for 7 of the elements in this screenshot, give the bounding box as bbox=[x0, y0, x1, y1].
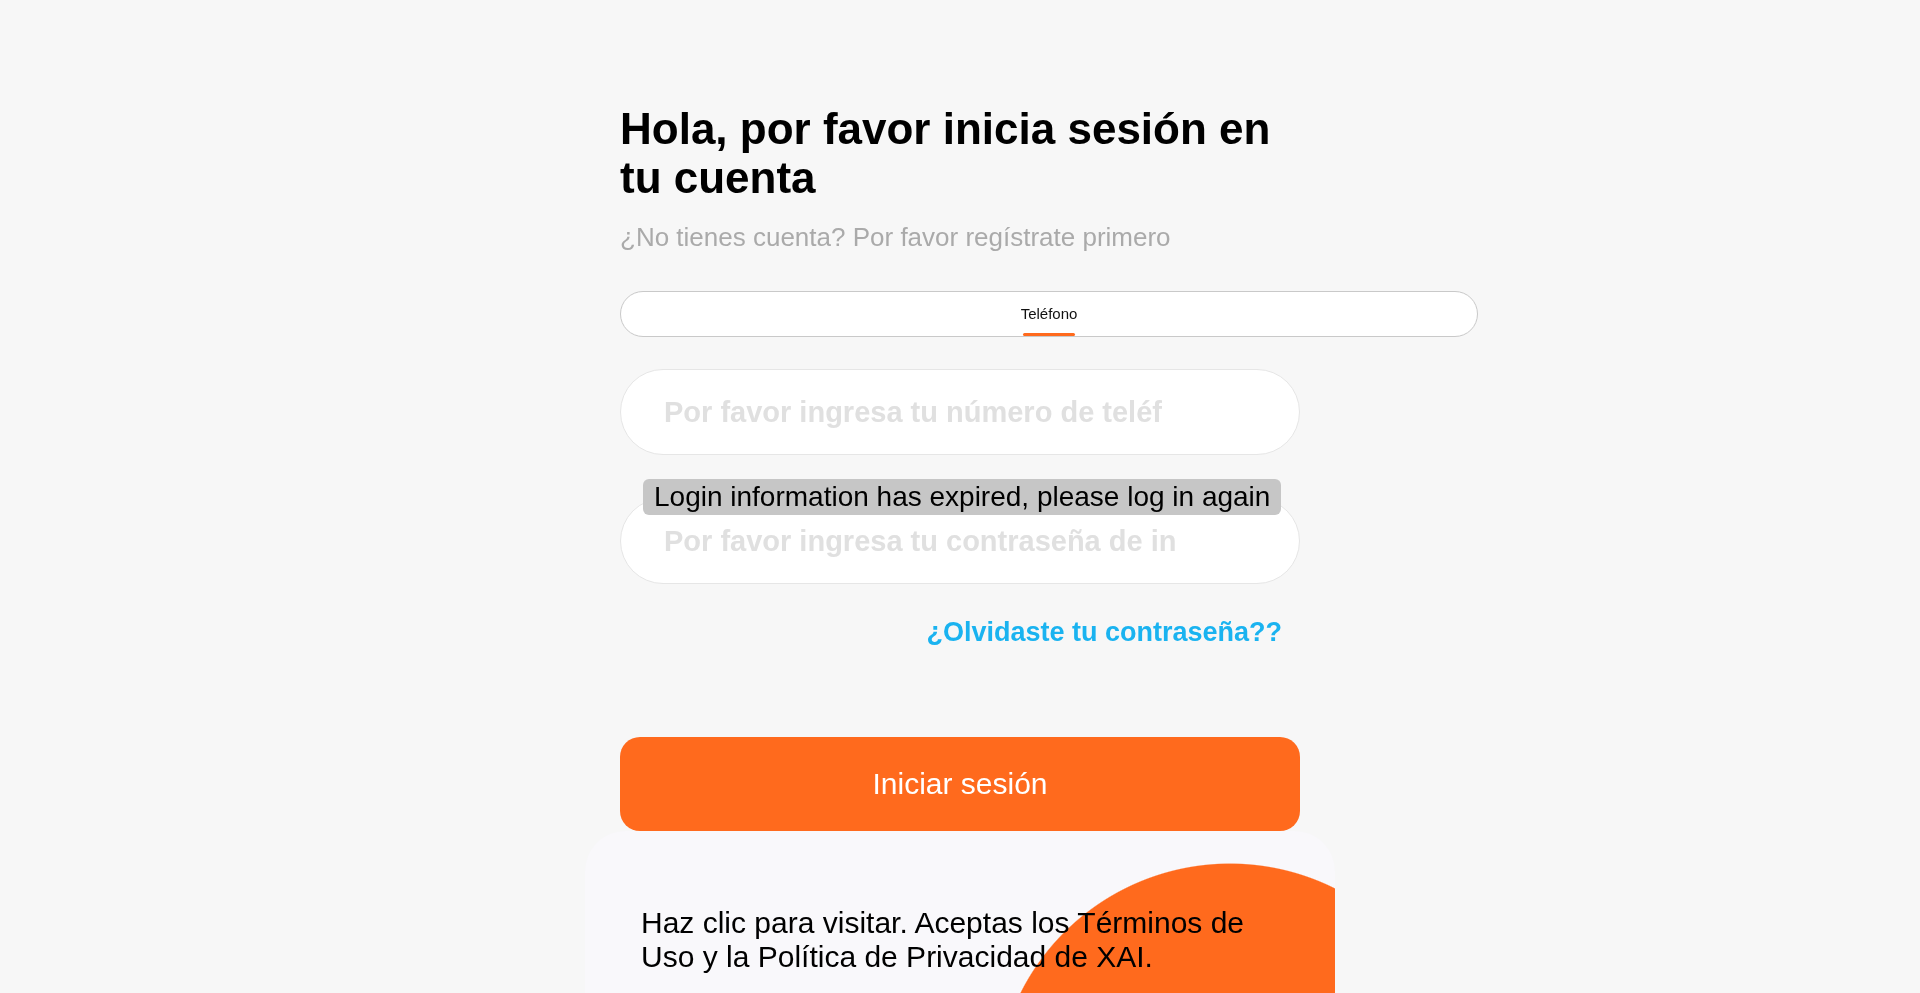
login-button[interactable]: Iniciar sesión bbox=[620, 736, 1300, 831]
forgot-password-link[interactable]: ¿Olvidaste tu contraseña?? bbox=[926, 612, 1282, 653]
page-title: Hola, por favor inicia sesión en tu cuenta bbox=[620, 104, 1272, 202]
session-expired-toast: Login information has expired, please log in again bbox=[643, 479, 1282, 515]
tab[interactable]: Teléfono bbox=[1016, 292, 1082, 336]
register-prompt[interactable]: ¿No tienes cuenta? Por favor regístrate primero bbox=[620, 218, 1300, 257]
terms-text: Haz clic para visitar. Aceptas los Términos de Uso y la Política de Privacidad de XAI. bbox=[641, 905, 1246, 974]
